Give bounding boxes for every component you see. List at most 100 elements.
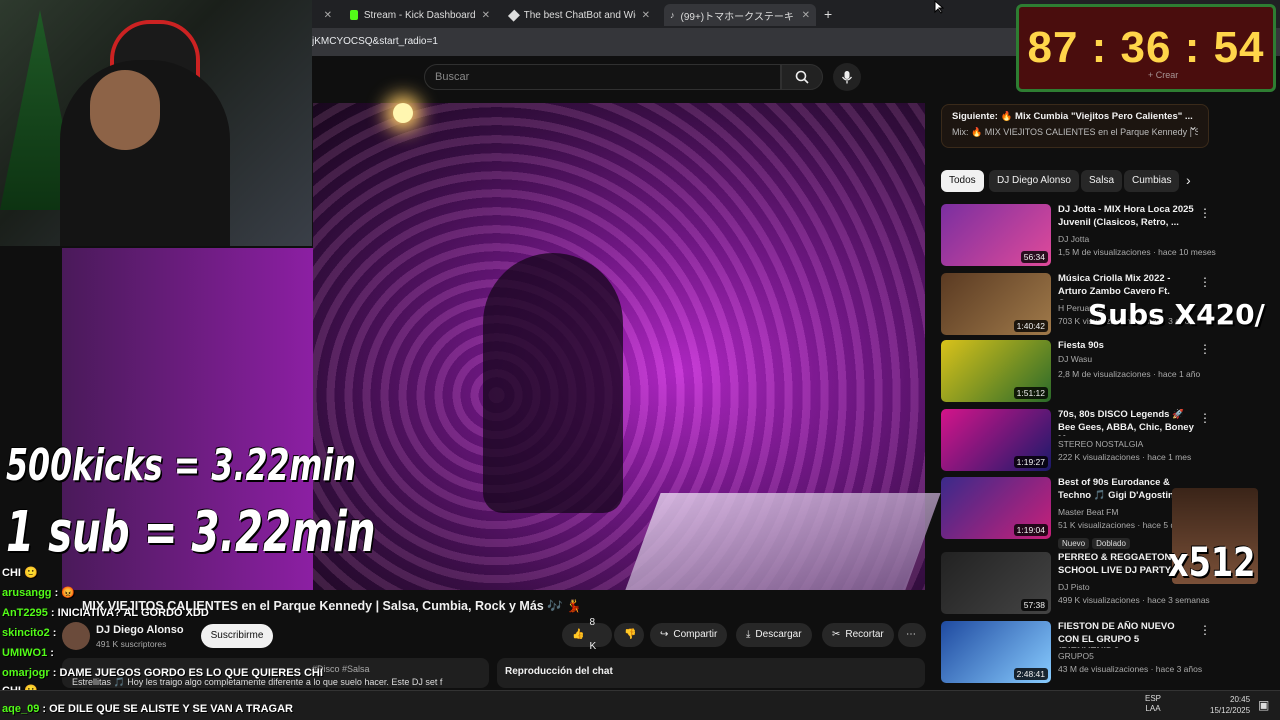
video-duration: 1:40:42 — [1013, 320, 1048, 332]
chip-salsa[interactable]: Salsa — [1081, 170, 1123, 192]
more-options-icon[interactable]: ⋮ — [1199, 275, 1211, 289]
video-thumbnail[interactable]: 1:19:27 — [941, 409, 1051, 471]
video-meta: 51 K visualizaciones · hace 5 días — [1058, 520, 1187, 530]
chip-todos[interactable]: Todos — [941, 170, 984, 192]
channel-name[interactable]: DJ Pisto — [1058, 582, 1090, 592]
channel-name[interactable]: Master Beat FM — [1058, 507, 1118, 517]
share-button[interactable]: ↪ Compartir — [650, 623, 728, 647]
chip-cumbias[interactable]: Cumbias — [1124, 170, 1180, 192]
more-options-icon[interactable]: ⋮ — [1199, 411, 1211, 425]
close-icon[interactable]: ✕ — [802, 10, 810, 21]
video-duration: 1:19:04 — [1013, 524, 1048, 536]
tab-tiktok[interactable]: ♪ (99+)トマホークステーキのレシピとお ✕ — [664, 4, 816, 26]
clock-time: 20:45 — [1230, 695, 1251, 704]
chat-replay-header[interactable]: Reproducción del chat — [497, 658, 925, 688]
video-duration: 57:38 — [1020, 599, 1048, 611]
streamer-webcam — [0, 0, 312, 246]
close-icon[interactable]: ✕ — [642, 10, 650, 21]
video-meta: 499 K visualizaciones · hace 3 semanas — [1058, 595, 1210, 605]
dislike-button[interactable]: 👎 — [614, 623, 644, 647]
create-button[interactable]: + Crear — [1148, 70, 1178, 80]
mouse-cursor-icon — [934, 0, 944, 14]
chat-message: AnT2295 : INICIATIVA? AL GORDO XDD — [2, 607, 209, 619]
video-title[interactable]: FIESTON DE AÑO NUEVO CON EL GRUPO 5 (BIE… — [1058, 621, 1196, 648]
search-input[interactable]: Buscar — [424, 64, 781, 90]
tab-label: Stream - Kick Dashboard — [363, 9, 476, 21]
clock-date: 15/12/2025 — [1210, 706, 1251, 715]
recommendation-item[interactable]: 2:48:41 FIESTON DE AÑO NUEVO CON EL GRUP… — [941, 621, 1261, 685]
up-next-panel[interactable]: Siguiente: 🔥 Mix Cumbia "Viejitos Pero C… — [941, 104, 1209, 148]
more-options-icon[interactable]: ⋮ — [1199, 342, 1211, 356]
video-title[interactable]: DJ Jotta - MIX Hora Loca 2025 Juvenil (C… — [1058, 204, 1196, 229]
download-button[interactable]: ⤓ Descargar — [736, 623, 812, 647]
chat-user: skincito2 — [2, 627, 50, 639]
clip-label: Recortar — [845, 629, 884, 640]
new-tab-button[interactable]: + — [824, 6, 832, 22]
system-clock[interactable]: 20:45 15/12/2025 — [1210, 694, 1250, 716]
recommendation-item[interactable]: 56:34 DJ Jotta - MIX Hora Loca 2025 Juve… — [941, 204, 1261, 268]
chevron-right-icon[interactable]: › — [1186, 172, 1191, 188]
widget-icon — [507, 9, 520, 21]
video-meta: 222 K visualizaciones · hace 1 mes — [1058, 452, 1192, 462]
video-dj-deck — [625, 493, 941, 590]
video-title[interactable]: 70s, 80s DISCO Legends 🚀 Bee Gees, ABBA,… — [1058, 409, 1196, 436]
video-title[interactable]: Fiesta 90s — [1058, 340, 1196, 353]
up-next-mix: Mix: 🔥 MIX VIEJITOS CALIENTES en el Parq… — [952, 127, 1198, 137]
tab-chatbot[interactable]: The best ChatBot and Widgets ✕ — [504, 4, 656, 26]
more-options-icon[interactable]: ⋮ — [1199, 206, 1211, 220]
chevron-down-icon[interactable]: ⌄ — [1188, 119, 1198, 133]
language-indicator[interactable]: ESP LAA — [1145, 694, 1161, 714]
channel-name[interactable]: DJ Jotta — [1058, 234, 1089, 244]
like-button[interactable]: 👍 8 K — [562, 617, 612, 652]
thumbs-up-icon: 👍 — [572, 629, 585, 640]
channel-name[interactable]: STEREO NOSTALGIA — [1058, 439, 1143, 449]
video-thumbnail[interactable]: 1:19:04 — [941, 477, 1051, 539]
clip-button[interactable]: ✂ Recortar — [822, 623, 894, 647]
chat-user: CHI — [2, 567, 21, 579]
video-duration: 2:48:41 — [1013, 668, 1048, 680]
video-thumbnail[interactable]: 2:48:41 — [941, 621, 1051, 683]
thumbs-down-icon: 👎 — [624, 629, 637, 640]
chat-user: omarjogr — [2, 667, 50, 679]
voice-search-button[interactable] — [833, 63, 861, 91]
subscribe-button[interactable]: Suscribirme — [201, 624, 273, 648]
recommendation-item[interactable]: 1:19:27 70s, 80s DISCO Legends 🚀 Bee Gee… — [941, 409, 1261, 473]
chat-message: omarjogr : DAME JUEGOS GORDO ES LO QUE Q… — [2, 667, 323, 679]
chat-user: arusangg — [2, 587, 52, 599]
video-player[interactable] — [313, 103, 941, 590]
video-title[interactable]: Música Criolla Mix 2022 - Arturo Zambo C… — [1058, 273, 1196, 300]
close-icon[interactable]: ✕ — [324, 10, 332, 21]
share-label: Compartir — [673, 629, 718, 640]
mic-icon — [841, 71, 853, 84]
video-thumbnail[interactable]: 56:34 — [941, 204, 1051, 266]
tab-kick-dashboard[interactable]: Stream - Kick Dashboard ✕ — [344, 4, 496, 26]
url-text[interactable]: jKMCYOCSQ&start_radio=1 — [312, 36, 438, 47]
recommendation-item[interactable]: 1:51:12 Fiesta 90s DJ Wasu 2,8 M de visu… — [941, 340, 1261, 404]
region-label: LAA — [1145, 704, 1161, 713]
channel-name[interactable]: DJ Wasu — [1058, 354, 1092, 364]
channel-name[interactable]: GRUPO5 — [1058, 651, 1094, 661]
chat-text: DAME JUEGOS GORDO ES LO QUE QUIERES CHI — [59, 667, 323, 679]
chat-text: INICIATIVA? AL GORDO XDD — [57, 607, 209, 619]
channel-name-main[interactable]: DJ Diego Alonso — [96, 624, 184, 636]
emote-icon: 😡 — [61, 587, 76, 599]
chat-user: UMIWO1 — [2, 647, 48, 659]
video-thumbnail[interactable]: 57:38 — [941, 552, 1051, 614]
chat-text: OE DILE QUE SE ALISTE Y SE VAN A TRAGAR — [49, 703, 293, 715]
tab-label: The best ChatBot and Widgets — [523, 9, 636, 21]
notification-icon[interactable]: ▣ — [1258, 698, 1269, 712]
share-icon: ↪ — [660, 629, 669, 640]
video-thumbnail[interactable]: 1:40:42 — [941, 273, 1051, 335]
avatar[interactable] — [62, 622, 90, 650]
chip-dj-diego-alonso[interactable]: DJ Diego Alonso — [989, 170, 1079, 192]
more-options-icon[interactable]: ⋮ — [1199, 623, 1211, 637]
chat-message: aqe_09 : OE DILE QUE SE ALISTE Y SE VAN … — [2, 703, 293, 715]
scissors-icon: ✂ — [832, 629, 841, 640]
more-actions-button[interactable]: ⋯ — [898, 623, 926, 647]
video-thumbnail[interactable]: 1:51:12 — [941, 340, 1051, 402]
dubbed-badge: Doblado — [1092, 538, 1130, 549]
tiktok-icon: ♪ — [670, 10, 675, 20]
close-icon[interactable]: ✕ — [482, 10, 490, 21]
search-button[interactable] — [781, 64, 823, 90]
tab-close-partial[interactable]: ✕ — [312, 4, 338, 26]
